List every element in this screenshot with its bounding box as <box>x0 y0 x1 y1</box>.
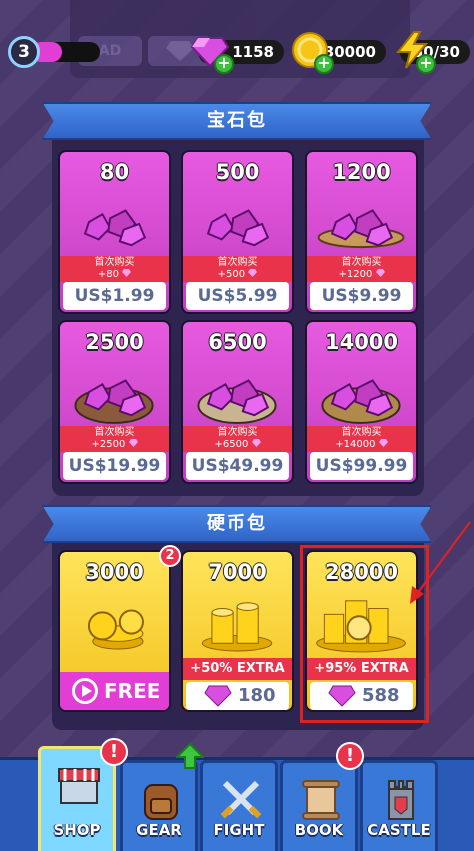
gem-pile-icon <box>206 209 270 247</box>
pointer-arrow-icon <box>410 521 471 604</box>
tab-gear[interactable]: GEAR <box>120 760 198 851</box>
coin-amount: 7000 <box>208 560 267 584</box>
gem-count: 1158 <box>232 43 274 61</box>
price-button[interactable]: US$19.99 <box>63 452 166 480</box>
gem-pile-icon <box>317 209 405 249</box>
tab-gear-label: GEAR <box>136 821 182 839</box>
background-panel: AD <box>70 0 410 78</box>
gem-icon <box>248 269 258 277</box>
coin-pile-icon <box>87 609 144 650</box>
gem-icon <box>204 685 232 707</box>
free-label: FREE <box>104 679 161 703</box>
coin-pack-title: 硬币包 <box>42 505 432 543</box>
coin-stack-icon <box>201 602 273 652</box>
tab-castle[interactable]: CASTLE <box>360 760 438 851</box>
crossed-swords-icon <box>220 780 262 819</box>
first-purchase-label: 首次购买 <box>217 257 258 268</box>
book-alert-badge: ! <box>336 742 364 770</box>
shop-alert-badge: ! <box>100 738 128 766</box>
tab-book[interactable]: BOOK <box>280 760 358 851</box>
tab-book-label: BOOK <box>294 821 344 839</box>
coin-pack-card-7000[interactable]: 7000 +50% EXTRA 180 <box>181 550 294 712</box>
first-purchase-label: 首次购买 <box>94 427 135 438</box>
gem-pack-card[interactable]: 2500 首次购买 +2500 US$19.99 <box>58 320 171 484</box>
level-badge[interactable]: 3 <box>8 36 40 68</box>
add-gems-button[interactable]: + <box>214 54 234 74</box>
gem-pile-icon <box>74 379 154 424</box>
gem-amount: 14000 <box>324 330 399 354</box>
backpack-icon <box>144 784 178 820</box>
first-purchase-band: 首次购买 +6500 <box>183 426 292 452</box>
first-purchase-label: 首次购买 <box>341 257 382 268</box>
gem-icon <box>251 439 261 447</box>
first-purchase-band: 首次购买 +1200 <box>307 256 416 282</box>
gem-amount: 6500 <box>208 330 267 354</box>
gem-pile-icon <box>197 379 277 424</box>
first-purchase-bonus: +6500 <box>214 439 249 450</box>
price-button[interactable]: US$99.99 <box>310 452 413 480</box>
first-purchase-label: 首次购买 <box>217 427 258 438</box>
gem-pack-card[interactable]: 1200 首次购买 +1200 US$9.99 <box>305 150 418 314</box>
first-purchase-bonus: +500 <box>217 269 246 280</box>
add-energy-button[interactable]: + <box>416 54 436 74</box>
gem-pack-card[interactable]: 6500 首次购买 +6500 US$49.99 <box>181 320 294 484</box>
free-claim-button[interactable]: FREE <box>60 672 169 710</box>
play-video-icon <box>72 678 98 704</box>
first-purchase-bonus: +14000 <box>335 439 376 450</box>
tab-castle-label: CASTLE <box>367 821 431 839</box>
gem-amount: 500 <box>215 160 260 184</box>
energy-counter[interactable]: + 50/30 <box>395 31 470 74</box>
gem-pile-icon <box>83 209 147 247</box>
price-button[interactable]: US$5.99 <box>186 282 289 310</box>
first-purchase-band: 首次购买 +14000 <box>307 426 416 452</box>
gem-cost: 180 <box>238 685 276 706</box>
xp-bar <box>30 42 100 62</box>
first-purchase-bonus: +80 <box>97 269 119 280</box>
gem-pack-card[interactable]: 80 首次购买 +80 US$1.99 <box>58 150 171 314</box>
first-purchase-band: 首次购买 +2500 <box>60 426 169 452</box>
gem-pack-title: 宝石包 <box>42 102 432 140</box>
extra-bonus-label: +50% EXTRA <box>183 658 292 680</box>
top-bar: AD 3 + 1158 + 30000 + 50/30 <box>0 0 474 100</box>
gem-icon <box>128 439 138 447</box>
add-coins-button[interactable]: + <box>314 54 334 74</box>
castle-tower-icon <box>388 780 414 820</box>
notification-count-badge: 2 <box>159 545 181 567</box>
first-purchase-bonus: +2500 <box>91 439 126 450</box>
shop-stall-icon <box>58 768 100 804</box>
gem-amount: 1200 <box>332 160 391 184</box>
tab-fight[interactable]: FIGHT <box>200 760 278 851</box>
gem-pack-card[interactable]: 14000 首次购买 +14000 US$99.99 <box>305 320 418 484</box>
gem-pile-icon <box>321 379 401 424</box>
gem-amount: 2500 <box>85 330 144 354</box>
first-purchase-bonus: +1200 <box>338 269 373 280</box>
coin-pack-card-3000[interactable]: 3000 FREE <box>58 550 171 712</box>
price-button[interactable]: US$9.99 <box>310 282 413 310</box>
first-purchase-band: 首次购买 +500 <box>183 256 292 282</box>
first-purchase-label: 首次购买 <box>94 257 135 268</box>
scroll-icon <box>302 780 340 820</box>
first-purchase-label: 首次购买 <box>341 427 382 438</box>
coin-counter[interactable]: + 30000 <box>292 32 386 74</box>
price-button[interactable]: US$1.99 <box>63 282 166 310</box>
tab-fight-label: FIGHT <box>213 821 265 839</box>
gem-pack-card[interactable]: 500 首次购买 +500 US$5.99 <box>181 150 294 314</box>
tab-shop-label: SHOP <box>53 821 101 839</box>
gem-icon <box>378 439 388 447</box>
gem-icon <box>122 269 132 277</box>
gem-cost-button[interactable]: 180 <box>186 682 289 710</box>
first-purchase-band: 首次购买 +80 <box>60 256 169 282</box>
price-button[interactable]: US$49.99 <box>186 452 289 480</box>
gem-icon <box>375 269 385 277</box>
coin-amount: 3000 <box>85 560 144 584</box>
gem-counter[interactable]: + 1158 <box>190 37 284 74</box>
gem-amount: 80 <box>99 160 130 184</box>
